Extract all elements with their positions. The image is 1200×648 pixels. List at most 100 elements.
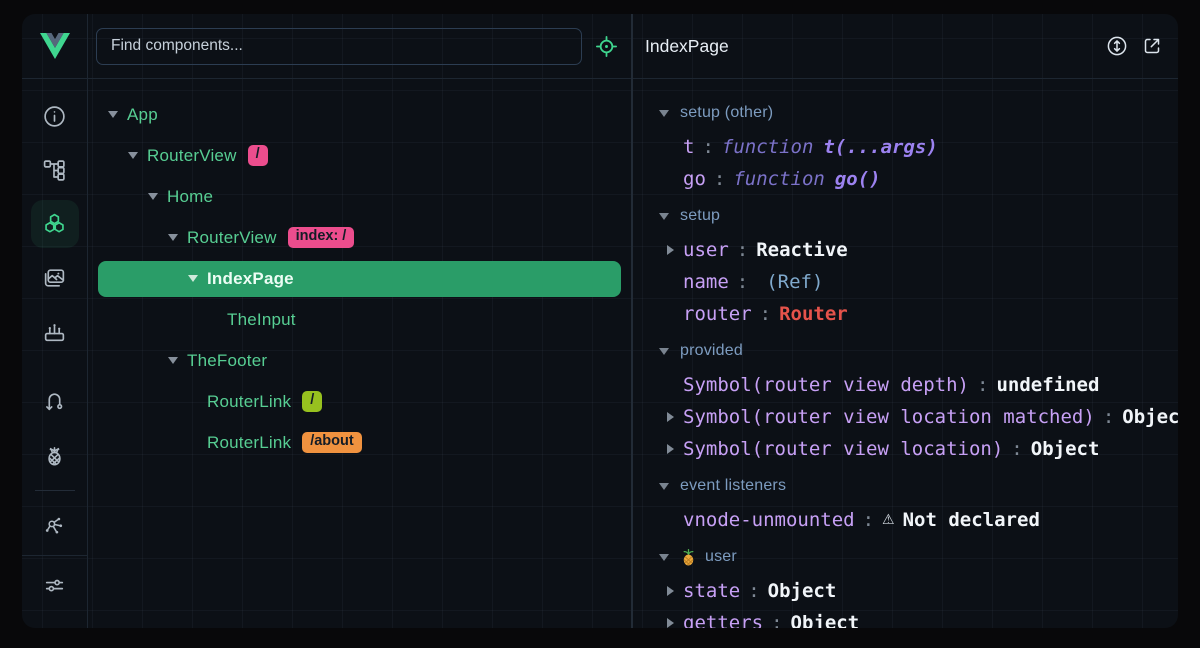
images-icon: [42, 266, 67, 291]
pinia-tab[interactable]: [31, 431, 79, 479]
tree-node-routerview-nested[interactable]: RouterView index: /: [98, 217, 621, 258]
caret-down-icon[interactable]: [124, 148, 142, 164]
section-provided: provided Symbol(router view depth) : und…: [655, 333, 1178, 465]
target-icon: [595, 35, 618, 58]
tree-node-home[interactable]: Home: [98, 176, 621, 217]
router-tab[interactable]: [31, 377, 79, 425]
tree-node-theinput[interactable]: TheInput: [98, 299, 621, 340]
info-icon: [42, 104, 67, 129]
caret-spacer: [661, 274, 679, 290]
caret-down-icon[interactable]: [184, 271, 202, 287]
state-row[interactable]: state : Object: [655, 575, 1178, 607]
state-row[interactable]: t : function t(...args): [655, 131, 1178, 163]
sidebar-nav: [22, 79, 87, 555]
caret-spacer: [661, 306, 679, 322]
caret-spacer: [661, 139, 679, 155]
section-event-listeners: event listeners vnode-unmounted : ⚠ Not …: [655, 468, 1178, 536]
sidebar-divider: [35, 490, 75, 491]
sidebar-footer: [22, 555, 87, 614]
vue-logo: [22, 14, 87, 79]
state-row[interactable]: getters : Object: [655, 607, 1178, 628]
settings-tab[interactable]: [31, 561, 79, 609]
component-name: RouterLink: [207, 433, 291, 453]
caret-right-icon[interactable]: [661, 583, 679, 599]
section-header[interactable]: provided: [655, 333, 1178, 369]
component-name: RouterLink: [207, 392, 291, 412]
graph-nodes-icon: [42, 513, 67, 538]
section-header[interactable]: setup: [655, 198, 1178, 234]
state-row[interactable]: user : Reactive: [655, 234, 1178, 266]
route-hook-icon: [42, 389, 67, 414]
component-tree-icon: [42, 158, 67, 183]
tree-node-routerlink-about[interactable]: RouterLink /about: [98, 422, 621, 463]
caret-down-icon[interactable]: [655, 105, 673, 121]
caret-down-icon[interactable]: [655, 343, 673, 359]
state-row[interactable]: Symbol(router view location matched) : O…: [655, 401, 1178, 433]
overview-tab[interactable]: [31, 92, 79, 140]
section-header[interactable]: user: [655, 539, 1178, 575]
caret-down-icon[interactable]: [164, 353, 182, 369]
pages-tab[interactable]: [31, 146, 79, 194]
scroll-to-component-button[interactable]: [1106, 35, 1128, 57]
section-header[interactable]: event listeners: [655, 468, 1178, 504]
graph-tab[interactable]: [31, 501, 79, 549]
state-row[interactable]: vnode-unmounted : ⚠ Not declared: [655, 504, 1178, 536]
caret-down-icon[interactable]: [164, 230, 182, 246]
tree-node-thefooter[interactable]: TheFooter: [98, 340, 621, 381]
tree-node-routerview[interactable]: RouterView /: [98, 135, 621, 176]
component-name: IndexPage: [207, 269, 294, 289]
open-in-editor-button[interactable]: [1141, 35, 1163, 57]
vue-devtools-window: App RouterView / Home RouterView index: …: [22, 14, 1178, 628]
component-name: RouterView: [187, 228, 277, 248]
inspect-component-button[interactable]: [595, 35, 618, 58]
state-inspector-panel: IndexPage: [633, 14, 1178, 628]
component-name: TheFooter: [187, 351, 267, 371]
caret-right-icon[interactable]: [661, 615, 679, 628]
component-name: Home: [167, 187, 213, 207]
warning-icon: ⚠: [882, 512, 895, 528]
pineapple-icon: [42, 443, 67, 468]
caret-down-icon[interactable]: [655, 478, 673, 494]
pinia-store-icon: [680, 548, 697, 567]
settings-sliders-icon: [42, 573, 67, 598]
timeline-tab[interactable]: [31, 308, 79, 356]
search-input[interactable]: [96, 28, 582, 65]
state-row[interactable]: go : function go(): [655, 163, 1178, 195]
caret-spacer: [661, 377, 679, 393]
inspector-actions: [1106, 35, 1163, 57]
caret-spacer: [184, 435, 202, 451]
component-name: App: [127, 105, 158, 125]
caret-spacer: [661, 171, 679, 187]
open-in-editor-icon: [1141, 35, 1163, 57]
tree-node-routerlink-home[interactable]: RouterLink /: [98, 381, 621, 422]
tree-node-indexpage-selected[interactable]: IndexPage: [98, 261, 621, 297]
tree-node-app[interactable]: App: [98, 94, 621, 135]
inspector-title: IndexPage: [645, 36, 729, 57]
caret-down-icon[interactable]: [104, 107, 122, 123]
components-hexagons-icon: [42, 212, 67, 237]
section-setup: setup user : Reactive name : (Ref) route…: [655, 198, 1178, 330]
state-row[interactable]: Symbol(router view depth) : undefined: [655, 369, 1178, 401]
control-bench-icon: [42, 320, 67, 345]
state-row[interactable]: Symbol(router view location) : Object: [655, 433, 1178, 465]
scroll-to-component-icon: [1106, 35, 1128, 57]
caret-right-icon[interactable]: [661, 441, 679, 457]
caret-down-icon[interactable]: [144, 189, 162, 205]
inspector-body: setup (other) t : function t(...args) go…: [633, 79, 1178, 628]
caret-spacer: [661, 512, 679, 528]
tree-header: [88, 14, 631, 79]
route-badge: /: [302, 391, 322, 412]
component-tree: App RouterView / Home RouterView index: …: [88, 79, 631, 628]
caret-down-icon[interactable]: [655, 208, 673, 224]
state-row[interactable]: router : Router: [655, 298, 1178, 330]
caret-right-icon[interactable]: [661, 409, 679, 425]
state-row[interactable]: name : (Ref): [655, 266, 1178, 298]
section-header[interactable]: setup (other): [655, 95, 1178, 131]
components-tab[interactable]: [31, 200, 79, 248]
assets-tab[interactable]: [31, 254, 79, 302]
section-setup-other: setup (other) t : function t(...args) go…: [655, 95, 1178, 195]
caret-down-icon[interactable]: [655, 549, 673, 565]
route-badge: /: [248, 145, 268, 166]
caret-right-icon[interactable]: [661, 242, 679, 258]
inspector-header: IndexPage: [633, 14, 1178, 79]
